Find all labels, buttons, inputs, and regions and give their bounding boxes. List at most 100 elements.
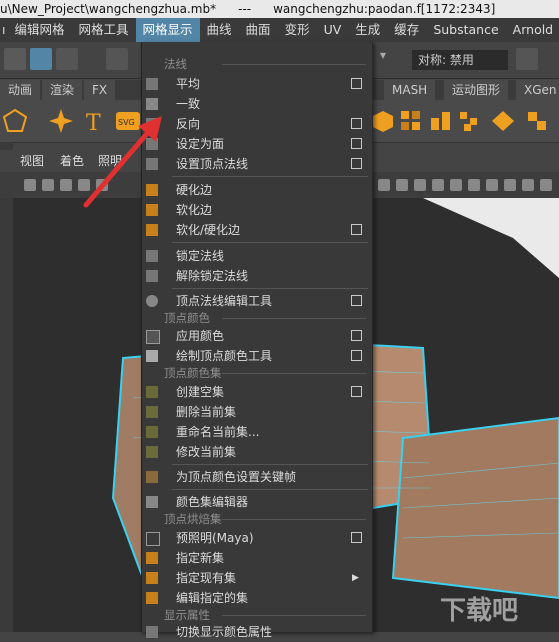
- menu-item-paint-vertex-color[interactable]: 绘制顶点颜色工具: [142, 346, 372, 366]
- option-box[interactable]: [351, 532, 362, 543]
- symmetry-option-icon[interactable]: [516, 48, 538, 70]
- cube-icon[interactable]: [370, 108, 396, 134]
- shelf-tab-xgen[interactable]: XGen: [516, 80, 559, 100]
- panel-menu-view[interactable]: 视图: [20, 150, 44, 172]
- shelf-tab-motion-graphics[interactable]: 运动图形: [444, 80, 509, 100]
- menu-item-apply-color[interactable]: 应用颜色: [142, 326, 372, 346]
- title-separator: ---: [238, 2, 252, 16]
- menu-substance[interactable]: Substance: [426, 18, 505, 42]
- select-tool-icon[interactable]: [4, 48, 26, 70]
- menu-item-reverse[interactable]: 反向: [142, 114, 372, 134]
- menu-item-soften-edge[interactable]: 软化边: [142, 200, 372, 220]
- delete-set-icon: [146, 406, 158, 418]
- option-box[interactable]: [351, 330, 362, 341]
- lock-normals-icon: [146, 250, 158, 262]
- mesh-display-dropdown: 法线 平均 一致 反向 设定为面 设置顶点法线 硬化边 软化边 软化/硬化边 锁…: [141, 42, 373, 639]
- camera-attr-icon[interactable]: [60, 179, 72, 191]
- snap-grid-icon[interactable]: [106, 48, 128, 70]
- option-box[interactable]: [351, 78, 362, 89]
- grid-icon[interactable]: [398, 108, 424, 134]
- option-box[interactable]: [351, 295, 362, 306]
- menu-item-rename-current-set[interactable]: 重命名当前集...: [142, 422, 372, 442]
- isolate-icon[interactable]: [504, 179, 516, 191]
- main-menubar: ı 编辑网格 网格工具 网格显示 曲线 曲面 变形 UV 生成 缓存 Subst…: [0, 18, 559, 42]
- ambient-occlusion-icon[interactable]: [450, 179, 462, 191]
- submenu-arrow-icon: ▶: [352, 573, 359, 583]
- lasso-tool-icon[interactable]: [30, 48, 52, 70]
- symmetry-field[interactable]: 对称: 禁用: [412, 50, 508, 70]
- menu-item-vertex-normal-edit[interactable]: 顶点法线编辑工具: [142, 291, 372, 311]
- menu-deform[interactable]: 变形: [278, 18, 317, 42]
- display-color-icon: [146, 626, 158, 638]
- option-box[interactable]: [351, 138, 362, 149]
- apply-color-icon: [146, 330, 160, 344]
- shelf-tab-mash[interactable]: MASH: [384, 80, 436, 100]
- menu-item-soften-harden[interactable]: 软化/硬化边: [142, 220, 372, 240]
- menu-uv[interactable]: UV: [317, 18, 349, 42]
- menu-item-set-vertex-normal[interactable]: 设置顶点法线: [142, 154, 372, 174]
- option-box[interactable]: [351, 118, 362, 129]
- dropdown-arrow-icon[interactable]: ▾: [380, 48, 394, 70]
- menu-item-harden-edge[interactable]: 硬化边: [142, 180, 372, 200]
- wireframe-shaded-icon[interactable]: [378, 179, 390, 191]
- star-light-icon[interactable]: [48, 108, 74, 134]
- menu-item-assign-existing-set[interactable]: 指定现有集 ▶: [142, 568, 372, 588]
- motion-blur-icon[interactable]: [468, 179, 480, 191]
- menu-generate[interactable]: 生成: [348, 18, 387, 42]
- menu-divider: [172, 489, 368, 490]
- menu-cache[interactable]: 缓存: [387, 18, 426, 42]
- stacked-cubes-icon[interactable]: [524, 108, 550, 134]
- menu-edit-mesh[interactable]: 编辑网格: [7, 18, 71, 42]
- menu-item-delete-current-set[interactable]: 删除当前集: [142, 402, 372, 422]
- polyhedron-icon[interactable]: [2, 108, 28, 134]
- menu-mesh-tools[interactable]: 网格工具: [72, 18, 136, 42]
- menu-item-modify-current-set[interactable]: 修改当前集: [142, 442, 372, 462]
- xray-icon[interactable]: [522, 179, 534, 191]
- lights-icon[interactable]: [414, 179, 426, 191]
- menu-item-toggle-display-color[interactable]: 切换显示颜色属性: [142, 622, 372, 642]
- anti-alias-icon[interactable]: [486, 179, 498, 191]
- menu-item-unlock-normals[interactable]: 解除锁定法线: [142, 266, 372, 286]
- edit-set-icon: [146, 592, 158, 604]
- menu-edge-fragment: ı: [2, 22, 6, 37]
- menu-mesh-display[interactable]: 网格显示: [135, 18, 200, 42]
- paint-select-icon[interactable]: [56, 48, 78, 70]
- watermark: 下载吧: [440, 596, 519, 626]
- menu-item-color-set-editor[interactable]: 颜色集编辑器: [142, 492, 372, 512]
- shadows-icon[interactable]: [432, 179, 444, 191]
- option-box[interactable]: [351, 386, 362, 397]
- shelf-tab-rendering[interactable]: 渲染: [42, 80, 83, 100]
- modify-set-icon: [146, 446, 158, 458]
- menu-surfaces[interactable]: 曲面: [239, 18, 278, 42]
- menu-item-conform[interactable]: 一致: [142, 94, 372, 114]
- unlock-normals-icon: [146, 270, 158, 282]
- camera-icon[interactable]: [24, 179, 36, 191]
- menu-item-edit-assigned-set[interactable]: 编辑指定的集: [142, 588, 372, 608]
- option-box[interactable]: [351, 350, 362, 361]
- menu-item-prelight[interactable]: 预照明(Maya): [142, 528, 372, 548]
- xray-joints-icon[interactable]: [540, 179, 552, 191]
- option-box[interactable]: [351, 224, 362, 235]
- section-normals: 法线: [162, 56, 372, 72]
- cubes-icon[interactable]: [428, 108, 454, 134]
- textured-icon[interactable]: [396, 179, 408, 191]
- shelf-tab-animation[interactable]: 动画: [0, 80, 41, 100]
- menu-divider: [172, 288, 368, 289]
- project-path: u\New_Project\wangchengzhua.mb*: [0, 2, 217, 16]
- menu-item-create-empty-set[interactable]: 创建空集: [142, 382, 372, 402]
- paint-brush-icon: [146, 350, 158, 362]
- shelf-tab-fx[interactable]: FX: [84, 80, 116, 100]
- scatter-cubes-icon[interactable]: [458, 108, 484, 134]
- menu-item-assign-new-set[interactable]: 指定新集: [142, 548, 372, 568]
- assign-existing-set-icon: [146, 572, 158, 584]
- soften-harden-icon: [146, 224, 158, 236]
- menu-arnold[interactable]: Arnold: [506, 18, 559, 42]
- menu-item-set-to-face[interactable]: 设定为面: [142, 134, 372, 154]
- menu-item-lock-normals[interactable]: 锁定法线: [142, 246, 372, 266]
- camera-lock-icon[interactable]: [42, 179, 54, 191]
- menu-item-average[interactable]: 平均: [142, 74, 372, 94]
- menu-item-set-keyframe-vertex-color[interactable]: 为顶点颜色设置关键帧: [142, 467, 372, 487]
- option-box[interactable]: [351, 158, 362, 169]
- diamond-icon[interactable]: [490, 108, 516, 134]
- menu-curves[interactable]: 曲线: [200, 18, 239, 42]
